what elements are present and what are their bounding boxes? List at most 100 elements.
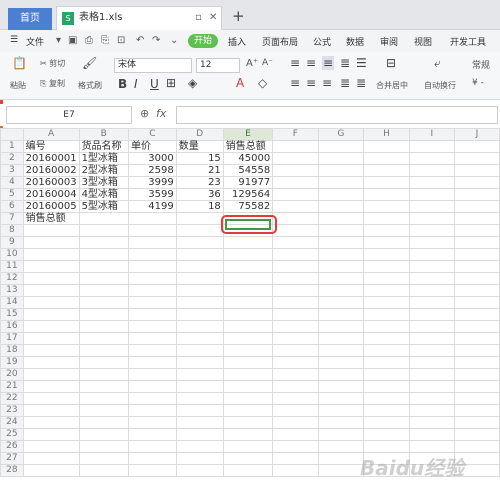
print-icon[interactable]: ⎘ bbox=[101, 35, 109, 46]
cell-c1[interactable]: 单价 bbox=[127, 140, 177, 153]
cell-b23[interactable] bbox=[78, 404, 129, 417]
zoom-icon[interactable]: ⊕ bbox=[140, 107, 149, 120]
row-header[interactable]: 18 bbox=[0, 344, 24, 357]
cell-f11[interactable] bbox=[272, 260, 319, 273]
cell-e10[interactable] bbox=[222, 248, 274, 261]
cell-e17[interactable] bbox=[222, 332, 274, 345]
cell-f23[interactable] bbox=[272, 404, 319, 417]
row-header[interactable]: 13 bbox=[0, 284, 24, 297]
cell-g17[interactable] bbox=[317, 332, 365, 345]
cell-g25[interactable] bbox=[317, 428, 365, 441]
merge-center-button[interactable]: 合并居中 bbox=[376, 80, 408, 91]
row-header[interactable]: 12 bbox=[0, 272, 24, 285]
cell-b11[interactable] bbox=[78, 260, 129, 273]
cell-g19[interactable] bbox=[317, 356, 365, 369]
clear-icon[interactable]: ◇ bbox=[258, 76, 267, 90]
cell-a24[interactable] bbox=[22, 416, 80, 429]
home-tab[interactable]: 首页 bbox=[8, 8, 52, 30]
print-preview-icon[interactable]: ⎙ bbox=[85, 35, 93, 46]
cell-c27[interactable] bbox=[127, 452, 177, 465]
row-header[interactable]: 10 bbox=[0, 248, 24, 261]
cell-d17[interactable] bbox=[175, 332, 224, 345]
cell-b12[interactable] bbox=[78, 272, 129, 285]
cell-f9[interactable] bbox=[272, 236, 319, 249]
cell-h23[interactable] bbox=[363, 404, 410, 417]
cell-h26[interactable] bbox=[363, 440, 410, 453]
justify-icon[interactable]: ≣ bbox=[340, 76, 350, 90]
cell-f28[interactable] bbox=[272, 464, 319, 477]
cell-a21[interactable] bbox=[22, 380, 80, 393]
cell-d21[interactable] bbox=[175, 380, 224, 393]
row-header[interactable]: 6 bbox=[0, 200, 24, 213]
cell-d25[interactable] bbox=[175, 428, 224, 441]
row-header[interactable]: 17 bbox=[0, 332, 24, 345]
cell-c12[interactable] bbox=[127, 272, 177, 285]
tab-formulas[interactable]: 公式 bbox=[313, 35, 331, 48]
cell-h19[interactable] bbox=[363, 356, 410, 369]
cell-b24[interactable] bbox=[78, 416, 129, 429]
distribute-icon[interactable]: ≣ bbox=[356, 76, 366, 90]
cell-f3[interactable] bbox=[272, 164, 319, 177]
cell-a28[interactable] bbox=[22, 464, 80, 477]
cell-j11[interactable] bbox=[453, 260, 500, 273]
cell-a27[interactable] bbox=[22, 452, 80, 465]
cell-g28[interactable] bbox=[317, 464, 365, 477]
cell-b10[interactable] bbox=[78, 248, 129, 261]
cell-e20[interactable] bbox=[222, 368, 274, 381]
cell-c6[interactable]: 4199 bbox=[127, 200, 177, 213]
cell-j23[interactable] bbox=[453, 404, 500, 417]
cell-b25[interactable] bbox=[78, 428, 129, 441]
cell-i3[interactable] bbox=[408, 164, 455, 177]
cell-e24[interactable] bbox=[222, 416, 274, 429]
align-top-icon[interactable]: ≡ bbox=[290, 56, 300, 70]
row-header[interactable]: 21 bbox=[0, 380, 24, 393]
cell-a17[interactable] bbox=[22, 332, 80, 345]
cell-h6[interactable] bbox=[363, 200, 410, 213]
row-header[interactable]: 28 bbox=[0, 464, 24, 477]
cell-j12[interactable] bbox=[453, 272, 500, 285]
cell-f24[interactable] bbox=[272, 416, 319, 429]
cell-j18[interactable] bbox=[453, 344, 500, 357]
file-menu[interactable]: 文件 bbox=[26, 35, 44, 48]
file-tab[interactable]: S 表格1.xls ▫ ✕ bbox=[56, 6, 222, 30]
cell-a8[interactable] bbox=[22, 224, 80, 237]
tab-view[interactable]: 视图 bbox=[414, 35, 432, 48]
row-header[interactable]: 4 bbox=[0, 176, 24, 189]
undo-icon[interactable]: ↶ bbox=[136, 35, 144, 46]
cell-j3[interactable] bbox=[453, 164, 500, 177]
cell-b15[interactable] bbox=[78, 308, 129, 321]
cell-d11[interactable] bbox=[175, 260, 224, 273]
cell-h1[interactable] bbox=[363, 140, 410, 153]
cell-d15[interactable] bbox=[175, 308, 224, 321]
tab-developer[interactable]: 开发工具 bbox=[450, 35, 486, 48]
cell-h2[interactable] bbox=[363, 152, 410, 165]
cell-i22[interactable] bbox=[408, 392, 455, 405]
cell-d6[interactable]: 18 bbox=[175, 200, 224, 213]
cell-d18[interactable] bbox=[175, 344, 224, 357]
cell-a4[interactable]: 20160003 bbox=[22, 176, 80, 189]
cell-d13[interactable] bbox=[175, 284, 224, 297]
row-header[interactable]: 15 bbox=[0, 308, 24, 321]
cell-c17[interactable] bbox=[127, 332, 177, 345]
font-shrink-icon[interactable]: A⁻ bbox=[262, 58, 273, 68]
hamburger-icon[interactable]: ☰ bbox=[10, 35, 18, 45]
cell-f12[interactable] bbox=[272, 272, 319, 285]
cell-f19[interactable] bbox=[272, 356, 319, 369]
cell-f21[interactable] bbox=[272, 380, 319, 393]
column-header-g[interactable]: G bbox=[317, 128, 365, 141]
cell-f10[interactable] bbox=[272, 248, 319, 261]
cell-f15[interactable] bbox=[272, 308, 319, 321]
cell-a19[interactable] bbox=[22, 356, 80, 369]
redo-icon[interactable]: ↷ bbox=[152, 35, 160, 46]
cell-e3[interactable]: 54558 bbox=[222, 164, 274, 177]
cell-c9[interactable] bbox=[127, 236, 177, 249]
format-painter-button[interactable]: 格式刷 bbox=[78, 80, 102, 91]
fx-icon[interactable]: fx bbox=[156, 107, 166, 120]
cell-d3[interactable]: 21 bbox=[175, 164, 224, 177]
cell-d16[interactable] bbox=[175, 320, 224, 333]
cell-i13[interactable] bbox=[408, 284, 455, 297]
cell-d9[interactable] bbox=[175, 236, 224, 249]
cell-c3[interactable]: 2598 bbox=[127, 164, 177, 177]
cell-f8[interactable] bbox=[272, 224, 319, 237]
cell-e6[interactable]: 75582 bbox=[222, 200, 274, 213]
